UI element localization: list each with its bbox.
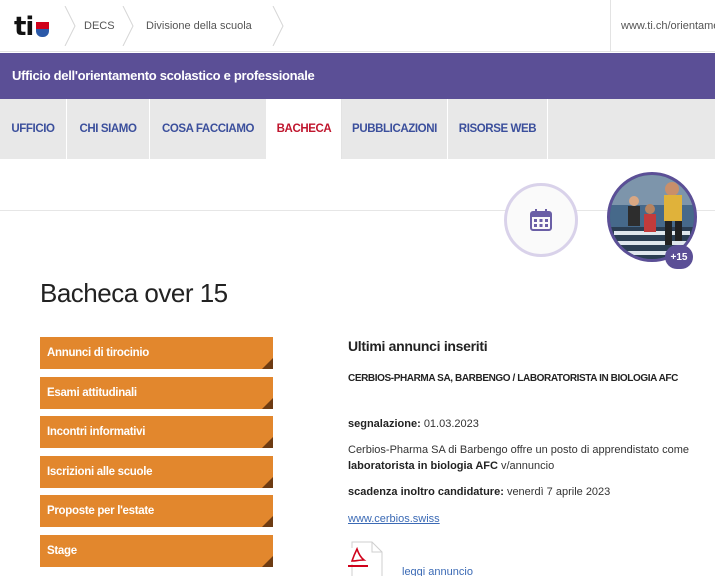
main-nav: UFFICIO CHI SIAMO COSA FACCIAMO BACHECA … [0,99,715,159]
calendar-button[interactable] [504,183,578,257]
tab-risorse-web[interactable]: RISORSE WEB [448,99,548,159]
segnalazione-label: segnalazione: [348,418,421,430]
age-badge: +15 [665,245,693,269]
section-title: Ultimi annunci inseriti [348,338,488,354]
breadcrumb-separator [122,5,134,47]
menu-item-label: Incontri informativi [47,426,146,438]
menu-proposte-estate[interactable]: Proposte per l'estate [40,495,273,527]
tab-pubblicazioni[interactable]: PUBBLICAZIONI [342,99,448,159]
latest-ads: Ultimi annunci inseriti CERBIOS-PHARMA S… [348,338,715,576]
segnalazione-line: segnalazione: 01.03.2023 [348,418,479,430]
scadenza-date: venerdì 7 aprile 2023 [506,486,611,498]
menu-stage[interactable]: Stage [40,535,273,567]
tab-cosa-facciamo[interactable]: COSA FACCIAMO [150,99,267,159]
ad-reference: v/annuncio [501,460,555,472]
tab-bacheca[interactable]: BACHECA [267,99,342,159]
menu-incontri-informativi[interactable]: Incontri informativi [40,416,273,448]
breadcrumb-decs[interactable]: DECS [84,0,115,52]
menu-item-label: Proposte per l'estate [47,505,154,517]
pdf-file-icon[interactable] [348,540,386,576]
tab-chi-siamo[interactable]: CHI SIAMO [67,99,150,159]
menu-item-label: Annunci di tirocinio [47,347,149,359]
menu-item-label: Stage [47,545,77,557]
menu-esami-attitudinali[interactable]: Esami attitudinali [40,377,273,409]
segnalazione-date: 01.03.2023 [423,418,479,430]
breadcrumb-separator [64,5,76,47]
office-banner: Ufficio dell'orientamento scolastico e p… [0,53,715,99]
menu-iscrizioni-scuole[interactable]: Iscrizioni alle scuole [40,456,273,488]
ti-logo[interactable]: ti [14,12,50,42]
logo-text: ti [14,12,34,42]
menu-item-label: Iscrizioni alle scuole [47,466,153,478]
office-title[interactable]: Ufficio dell'orientamento scolastico e p… [12,53,315,99]
tab-ufficio[interactable]: UFFICIO [0,99,67,159]
menu-annunci-tirocinio[interactable]: Annunci di tirocinio [40,337,273,369]
scadenza-label: scadenza inoltro candidature: [348,486,504,498]
scadenza-line: scadenza inoltro candidature: venerdì 7 … [348,486,610,498]
ad-profession: laboratorista in biologia AFC [348,460,498,472]
ad-heading: CERBIOS-PHARMA SA, BARBENGO / LABORATORI… [348,373,678,384]
page-title: Bacheca over 15 [40,278,228,308]
company-website-link[interactable]: www.cerbios.swiss [348,513,440,525]
canton-ticino-shield-icon [36,21,50,37]
breadcrumb-separator [272,5,284,47]
menu-item-label: Esami attitudinali [47,387,137,399]
breadcrumb-divisione-scuola[interactable]: Divisione della scuola [146,0,252,52]
ad-description-line1: Cerbios-Pharma SA di Barbengo offre un p… [348,444,689,456]
ad-description-line2: laboratorista in biologia AFC v/annuncio [348,460,554,472]
top-bar: ti DECS Divisione della scuola www.ti.ch… [0,0,715,52]
site-url-link[interactable]: www.ti.ch/orientamento [610,0,715,52]
calendar-icon [530,209,552,231]
read-ad-link[interactable]: leggi annuncio [402,566,473,576]
